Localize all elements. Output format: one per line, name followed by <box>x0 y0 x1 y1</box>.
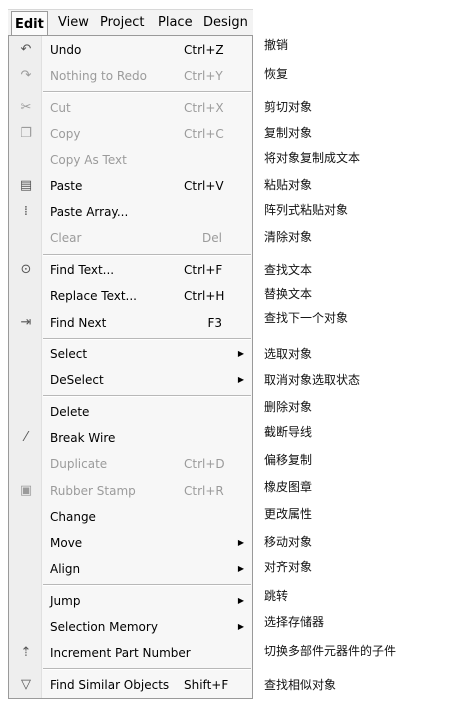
separator <box>43 91 251 93</box>
menu-item-deselect[interactable]: DeSelect ▶ <box>9 368 252 392</box>
menu-item-select[interactable]: Select ▶ <box>9 342 252 366</box>
menu-item-clear[interactable]: Clear Del <box>9 226 252 250</box>
annotation-paste: 粘贴对象 <box>264 178 313 192</box>
undo-icon: ↶ <box>20 42 32 57</box>
annotation-selection-memory: 选择存储器 <box>264 615 325 629</box>
submenu-arrow-icon: ▶ <box>237 596 244 605</box>
menu-item-break-wire[interactable]: ⁄ Break Wire <box>9 426 252 450</box>
menu-item-replace-text[interactable]: Replace Text... Ctrl+H <box>9 284 252 308</box>
annotation-change: 更改属性 <box>264 507 313 521</box>
annotation-redo: 恢复 <box>264 67 289 81</box>
separator <box>43 395 251 397</box>
annotation-find-next: 查找下一个对象 <box>264 311 349 325</box>
menu-item-jump[interactable]: Jump ▶ <box>9 589 252 613</box>
annotation-move: 移动对象 <box>264 535 313 549</box>
annotation-find-text: 查找文本 <box>264 263 313 277</box>
annotation-cut: 剪切对象 <box>264 100 313 114</box>
menu-item-find-similar-objects[interactable]: ▽ Find Similar Objects Shift+F <box>9 673 252 697</box>
annotation-replace-text: 替换文本 <box>264 287 313 301</box>
annotation-deselect: 取消对象选取状态 <box>264 373 361 387</box>
find-next-icon: ⇥ <box>20 315 32 330</box>
menu-item-change[interactable]: Change <box>9 505 252 529</box>
annotation-copy: 复制对象 <box>264 126 313 140</box>
menu-item-find-next[interactable]: ⇥ Find Next F3 <box>9 311 252 335</box>
annotation-rubber-stamp: 橡皮图章 <box>264 480 313 494</box>
menu-design[interactable]: Design <box>203 14 248 32</box>
menu-item-find-text[interactable]: ⊙ Find Text... Ctrl+F <box>9 258 252 282</box>
scissors-icon: ✂ <box>20 100 32 115</box>
annotation-select: 选取对象 <box>264 347 313 361</box>
menu-edit[interactable]: Edit <box>11 11 48 37</box>
menu-item-selection-memory[interactable]: Selection Memory ▶ <box>9 615 252 639</box>
annotation-clear: 清除对象 <box>264 230 313 244</box>
separator <box>43 668 251 670</box>
menu-item-delete[interactable]: Delete <box>9 400 252 424</box>
menu-item-rubber-stamp[interactable]: ▣ Rubber Stamp Ctrl+R <box>9 479 252 503</box>
annotation-align: 对齐对象 <box>264 560 313 574</box>
funnel-icon: ▽ <box>21 677 31 692</box>
paste-icon: ▤ <box>19 178 33 193</box>
menu-item-paste[interactable]: ▤ Paste Ctrl+V <box>9 174 252 198</box>
annotation-paste-array: 阵列式粘贴对象 <box>264 203 349 217</box>
menu-project[interactable]: Project <box>100 14 144 32</box>
paste-array-icon: ⁞ <box>23 204 29 219</box>
menu-item-copy-as-text[interactable]: Copy As Text <box>9 148 252 172</box>
submenu-arrow-icon: ▶ <box>237 349 244 358</box>
submenu-arrow-icon: ▶ <box>237 375 244 384</box>
annotation-undo: 撤销 <box>264 38 289 52</box>
annotation-duplicate: 偏移复制 <box>264 453 313 467</box>
menu-item-cut[interactable]: ✂ Cut Ctrl+X <box>9 96 252 120</box>
break-wire-icon: ⁄ <box>24 430 28 445</box>
menu-view[interactable]: View <box>58 14 89 32</box>
separator <box>43 254 251 256</box>
menu-item-duplicate[interactable]: Duplicate Ctrl+D <box>9 452 252 476</box>
copy-icon: ❐ <box>20 126 32 141</box>
redo-icon: ↷ <box>20 68 32 83</box>
edit-dropdown-menu: ↶ Undo Ctrl+Z ↷ Nothing to Redo Ctrl+Y ✂… <box>8 35 253 699</box>
menu-item-paste-array[interactable]: ⁞ Paste Array... <box>9 200 252 224</box>
menu-item-increment-part-number[interactable]: ⇡ Increment Part Number <box>9 641 252 665</box>
annotation-copy-as-text: 将对象复制成文本 <box>264 151 361 165</box>
menu-item-copy[interactable]: ❐ Copy Ctrl+C <box>9 122 252 146</box>
annotation-find-similar-objects: 查找相似对象 <box>264 678 337 692</box>
annotation-increment-part-number: 切换多部件元器件的子件 <box>264 644 397 658</box>
submenu-arrow-icon: ▶ <box>237 538 244 547</box>
submenu-arrow-icon: ▶ <box>237 564 244 573</box>
menu-bar: Edit View Project Place Design <box>8 9 253 37</box>
menu-item-move[interactable]: Move ▶ <box>9 531 252 555</box>
binoculars-icon: ⊙ <box>20 262 32 277</box>
menu-item-redo[interactable]: ↷ Nothing to Redo Ctrl+Y <box>9 64 252 88</box>
submenu-arrow-icon: ▶ <box>237 622 244 631</box>
increment-part-icon: ⇡ <box>20 645 32 660</box>
annotation-jump: 跳转 <box>264 589 289 603</box>
menu-place[interactable]: Place <box>158 14 193 32</box>
separator <box>43 338 251 340</box>
separator <box>43 584 251 586</box>
annotation-break-wire: 截断导线 <box>264 425 313 439</box>
stamp-icon: ▣ <box>19 483 33 498</box>
annotation-delete: 删除对象 <box>264 400 313 414</box>
menu-item-align[interactable]: Align ▶ <box>9 557 252 581</box>
menu-item-undo[interactable]: ↶ Undo Ctrl+Z <box>9 38 252 62</box>
